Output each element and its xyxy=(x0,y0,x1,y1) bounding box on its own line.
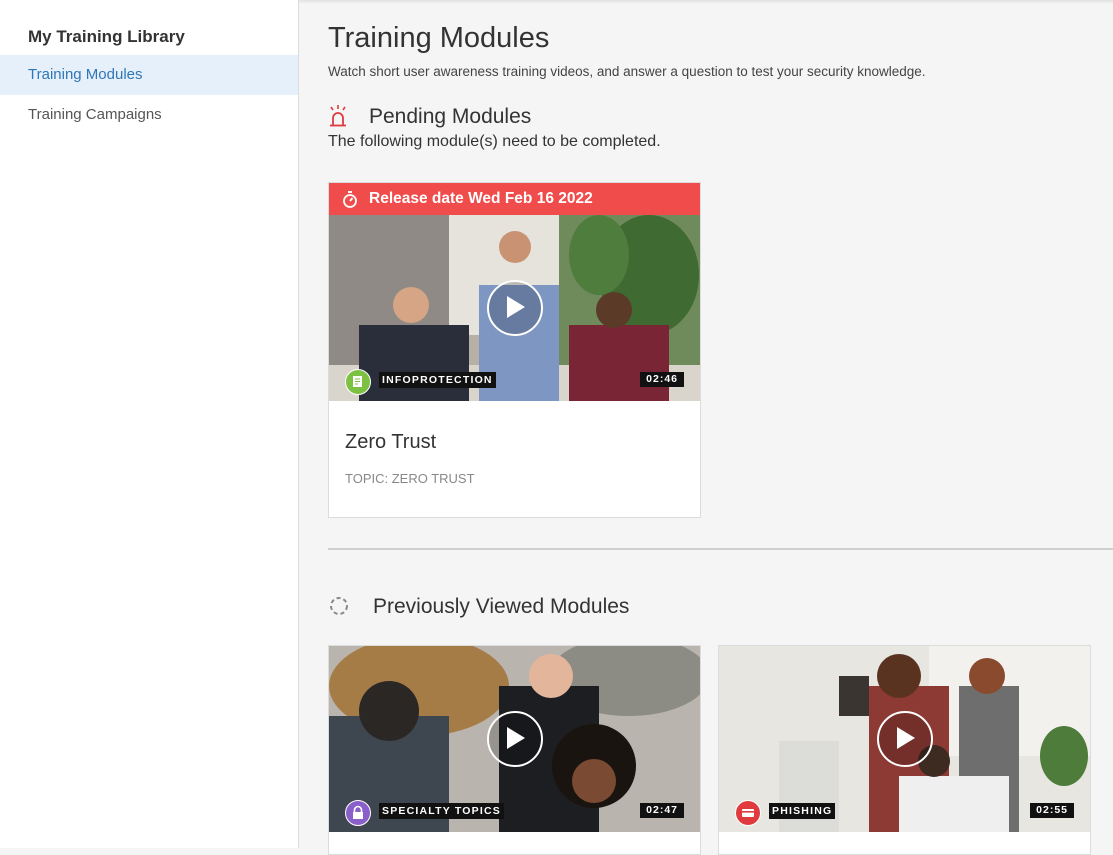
stopwatch-icon xyxy=(343,191,357,208)
category-label: PHISHING xyxy=(769,803,836,819)
category-label: INFOPROTECTION xyxy=(379,372,496,388)
module-card-zero-trust[interactable]: Release date Wed Feb 16 2022 INFOPROTECT… xyxy=(328,182,701,518)
loading-spinner-icon xyxy=(330,597,348,615)
pending-heading: Pending Modules xyxy=(369,105,532,128)
video-thumbnail[interactable]: INFOPROTECTION 02:46 xyxy=(329,215,700,401)
video-thumbnail[interactable]: SPECIALTY TOPICS 02:47 xyxy=(329,646,700,832)
play-button[interactable] xyxy=(486,280,543,336)
previous-heading: Previously Viewed Modules xyxy=(373,595,630,618)
module-card-specialty-topics[interactable]: SPECIALTY TOPICS 02:47 xyxy=(328,645,701,855)
pending-description: The following module(s) need to be compl… xyxy=(328,133,661,150)
release-date: Release date Wed Feb 16 2022 xyxy=(369,190,593,207)
category-label: SPECIALTY TOPICS xyxy=(379,803,504,819)
video-duration: 02:47 xyxy=(640,803,684,818)
release-date-bar: Release date Wed Feb 16 2022 xyxy=(329,183,700,215)
top-shadow xyxy=(299,0,1113,4)
module-title[interactable]: Zero Trust xyxy=(345,431,436,454)
play-icon xyxy=(506,727,525,749)
sidebar-title: My Training Library xyxy=(28,27,185,46)
alarm-icon xyxy=(330,105,346,127)
sidebar-item-training-campaigns[interactable]: Training Campaigns xyxy=(0,95,298,135)
section-divider xyxy=(328,548,1113,550)
video-thumbnail[interactable]: PHISHING 02:55 xyxy=(719,646,1090,832)
credit-card-icon xyxy=(735,800,761,826)
document-icon xyxy=(345,369,371,395)
sidebar: My Training Library Training Modules Tra… xyxy=(0,0,299,848)
lock-icon xyxy=(345,800,371,826)
module-topic: TOPIC: ZERO TRUST xyxy=(345,471,475,486)
page-subtitle: Watch short user awareness training vide… xyxy=(328,64,926,79)
video-duration: 02:55 xyxy=(1030,803,1074,818)
module-card-phishing[interactable]: PHISHING 02:55 xyxy=(718,645,1091,855)
main-content: Training Modules Watch short user awaren… xyxy=(299,0,1113,855)
sidebar-item-training-modules[interactable]: Training Modules xyxy=(0,55,298,95)
page-title: Training Modules xyxy=(328,22,550,54)
play-icon xyxy=(896,727,915,749)
play-button[interactable] xyxy=(486,711,543,767)
video-duration: 02:46 xyxy=(640,372,684,387)
play-button[interactable] xyxy=(876,711,933,767)
play-icon xyxy=(506,296,525,318)
